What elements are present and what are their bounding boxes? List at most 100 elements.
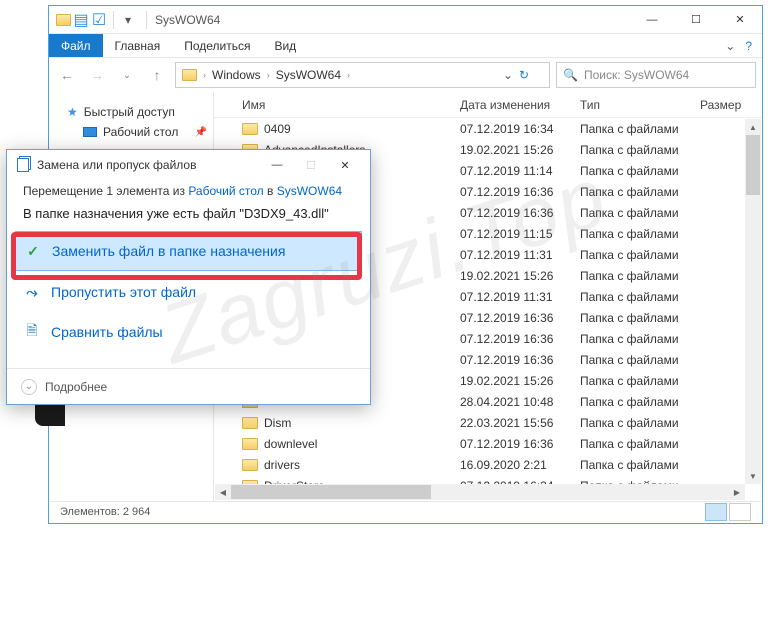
address-dropdown-icon[interactable]: ⌄ — [503, 68, 513, 82]
vertical-scrollbar[interactable]: ▲ ▼ — [745, 119, 761, 484]
column-headers: Имя Дата изменения Тип Размер — [214, 92, 762, 118]
file-type: Папка с файлами — [572, 122, 692, 136]
quick-access-label: Быстрый доступ — [84, 105, 175, 119]
file-name: 0409 — [264, 122, 291, 136]
file-date: 07.12.2019 16:36 — [452, 311, 572, 325]
scroll-left-icon[interactable]: ◀ — [215, 484, 231, 500]
dialog-subtitle: Перемещение 1 элемента из Рабочий стол в… — [23, 184, 354, 198]
help-icon[interactable]: ? — [745, 39, 752, 53]
col-size[interactable]: Размер — [692, 98, 752, 112]
file-date: 28.04.2021 10:48 — [452, 395, 572, 409]
tab-share[interactable]: Поделиться — [172, 34, 262, 57]
copy-icon — [15, 157, 31, 173]
breadcrumb-item[interactable]: SysWOW64 — [276, 68, 341, 82]
tab-home[interactable]: Главная — [103, 34, 173, 57]
scroll-up-icon[interactable]: ▲ — [745, 119, 761, 135]
table-row[interactable]: downlevel07.12.2019 16:36Папка с файлами — [214, 433, 762, 454]
tab-file[interactable]: Файл — [49, 34, 103, 57]
file-type: Папка с файлами — [572, 185, 692, 199]
dialog-sub-pre: Перемещение 1 элемента из — [23, 184, 188, 198]
item-count: Элементов: 2 964 — [60, 506, 150, 518]
scroll-right-icon[interactable]: ▶ — [729, 484, 745, 500]
ribbon-tabs: Файл Главная Поделиться Вид ⌄ ? — [49, 34, 762, 58]
table-row[interactable]: drivers16.09.2020 2:21Папка с файлами — [214, 454, 762, 475]
compare-label: Сравнить файлы — [51, 324, 163, 340]
file-type: Папка с файлами — [572, 248, 692, 262]
folder-icon — [242, 438, 258, 450]
file-type: Папка с файлами — [572, 143, 692, 157]
file-date: 07.12.2019 16:36 — [452, 353, 572, 367]
dialog-minimize-button[interactable]: — — [260, 151, 294, 179]
table-row[interactable]: 0409 07.12.2019 16:34Папка с файлами — [214, 118, 762, 139]
compare-option[interactable]: 🗎 Сравнить файлы — [15, 313, 362, 351]
view-details-button[interactable] — [705, 503, 727, 521]
file-date: 16.09.2020 2:21 — [452, 458, 572, 472]
chevron-right-icon: › — [203, 70, 206, 80]
col-date[interactable]: Дата изменения — [452, 98, 572, 112]
compare-icon: 🗎 — [23, 323, 41, 341]
scroll-thumb[interactable] — [746, 135, 760, 195]
horizontal-scrollbar[interactable]: ◀ ▶ — [215, 484, 745, 500]
ribbon-expand-icon[interactable]: ⌄ — [725, 39, 735, 53]
dialog-maximize-button[interactable]: ☐ — [294, 151, 328, 179]
dialog-title: Замена или пропуск файлов — [37, 158, 196, 172]
dialog-source-link[interactable]: Рабочий стол — [188, 184, 263, 198]
pin-icon: 📌 — [195, 127, 207, 138]
chevron-right-icon: › — [267, 70, 270, 80]
file-date: 07.12.2019 16:34 — [452, 122, 572, 136]
file-date: 07.12.2019 11:15 — [452, 227, 572, 241]
titlebar: ▤ ☑ ▾ SysWOW64 — ☐ ✕ — [49, 6, 762, 34]
check-icon: ✓ — [24, 242, 42, 260]
table-row[interactable]: Dism22.03.2021 15:56Папка с файлами — [214, 412, 762, 433]
up-button[interactable]: ↑ — [145, 63, 169, 87]
nav-desktop[interactable]: Рабочий стол 📌 — [49, 122, 213, 142]
scroll-thumb[interactable] — [231, 485, 431, 499]
qat-overflow-icon[interactable]: ▾ — [120, 12, 136, 28]
address-bar[interactable]: › Windows › SysWOW64 › ⌄ ↻ — [175, 62, 550, 88]
folder-icon — [242, 417, 258, 429]
file-date: 07.12.2019 16:36 — [452, 332, 572, 346]
dialog-dest-link[interactable]: SysWOW64 — [277, 184, 342, 198]
skip-option[interactable]: ⤳ Пропустить этот файл — [15, 273, 362, 311]
folder-icon — [242, 123, 258, 135]
quick-access[interactable]: ★ Быстрый доступ — [49, 102, 213, 122]
file-type: Папка с файлами — [572, 206, 692, 220]
folder-icon — [182, 69, 197, 81]
forward-button[interactable]: → — [85, 63, 109, 87]
replace-option[interactable]: ✓ Заменить файл в папке назначения — [15, 231, 362, 271]
scroll-down-icon[interactable]: ▼ — [745, 468, 761, 484]
col-type[interactable]: Тип — [572, 98, 692, 112]
file-type: Папка с файлами — [572, 164, 692, 178]
recent-button[interactable]: ⌄ — [115, 63, 139, 87]
refresh-button[interactable]: ↻ — [519, 68, 543, 82]
col-name[interactable]: Имя — [214, 98, 452, 112]
file-date: 19.02.2021 15:26 — [452, 374, 572, 388]
address-bar-row: ← → ⌄ ↑ › Windows › SysWOW64 › ⌄ ↻ 🔍 Пои… — [49, 58, 762, 92]
view-large-button[interactable] — [729, 503, 751, 521]
close-button[interactable]: ✕ — [718, 6, 762, 34]
file-date: 07.12.2019 16:36 — [452, 185, 572, 199]
chevron-down-icon[interactable]: ⌄ — [21, 379, 37, 395]
maximize-button[interactable]: ☐ — [674, 6, 718, 34]
file-date: 19.02.2021 15:26 — [452, 269, 572, 283]
nav-desktop-label: Рабочий стол — [103, 125, 178, 139]
file-type: Папка с файлами — [572, 374, 692, 388]
qat-check-icon[interactable]: ☑ — [91, 12, 107, 28]
search-input[interactable]: 🔍 Поиск: SysWOW64 — [556, 62, 756, 88]
skip-icon: ⤳ — [23, 283, 41, 301]
replace-label: Заменить файл в папке назначения — [52, 243, 285, 259]
file-type: Папка с файлами — [572, 311, 692, 325]
back-button[interactable]: ← — [55, 63, 79, 87]
breadcrumb-item[interactable]: Windows — [212, 68, 261, 82]
more-details[interactable]: Подробнее — [45, 380, 107, 394]
minimize-button[interactable]: — — [630, 6, 674, 34]
dialog-message: В папке назначения уже есть файл "D3DX9_… — [23, 206, 354, 221]
file-type: Папка с файлами — [572, 269, 692, 283]
file-type: Папка с файлами — [572, 437, 692, 451]
qat-props-icon[interactable]: ▤ — [73, 12, 89, 28]
dialog-close-button[interactable]: ✕ — [328, 151, 362, 179]
replace-skip-dialog: Замена или пропуск файлов — ☐ ✕ Перемеще… — [6, 149, 371, 405]
dialog-titlebar: Замена или пропуск файлов — ☐ ✕ — [7, 150, 370, 180]
tab-view[interactable]: Вид — [262, 34, 308, 57]
dialog-footer: ⌄ Подробнее — [7, 368, 370, 404]
